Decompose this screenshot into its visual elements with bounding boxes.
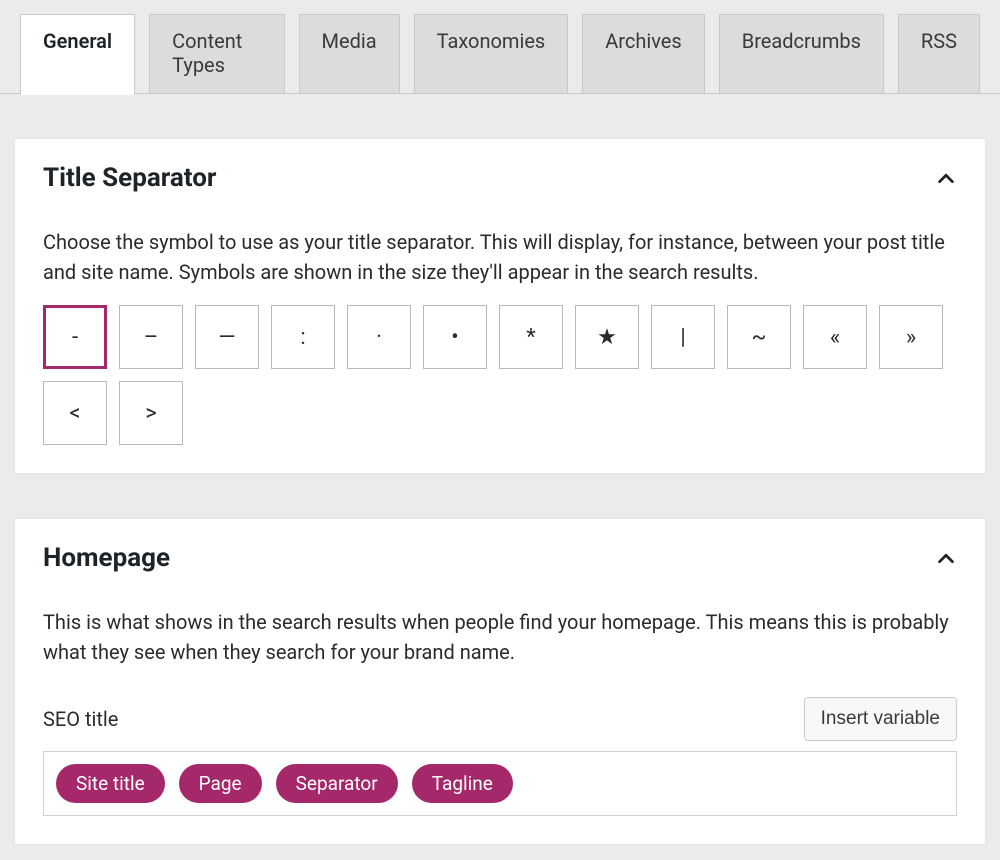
separator-option-11[interactable]: » — [879, 305, 943, 369]
insert-variable-button[interactable]: Insert variable — [804, 697, 957, 741]
panel-title: Title Separator — [43, 163, 216, 193]
separator-option-10[interactable]: « — [803, 305, 867, 369]
content-wrap: Title Separator Choose the symbol to use… — [0, 138, 1000, 845]
separator-option-5[interactable]: • — [423, 305, 487, 369]
tab-general[interactable]: General — [20, 14, 135, 95]
panel-description: This is what shows in the search results… — [43, 607, 957, 667]
separator-options: - – — : · • * ★ | ~ « » < > — [43, 305, 957, 445]
separator-option-1[interactable]: – — [119, 305, 183, 369]
seo-title-input[interactable]: Site title Page Separator Tagline — [43, 751, 957, 816]
separator-option-8[interactable]: | — [651, 305, 715, 369]
seo-title-row: SEO title Insert variable — [43, 697, 957, 741]
panel-title: Homepage — [43, 543, 170, 573]
separator-option-4[interactable]: · — [347, 305, 411, 369]
tab-archives[interactable]: Archives — [582, 14, 704, 93]
tab-taxonomies[interactable]: Taxonomies — [414, 14, 569, 93]
panel-header-homepage[interactable]: Homepage — [43, 543, 957, 573]
variable-pill-separator[interactable]: Separator — [276, 764, 398, 803]
seo-title-label: SEO title — [43, 707, 118, 731]
separator-option-13[interactable]: > — [119, 381, 183, 445]
panel-header-title-separator[interactable]: Title Separator — [43, 163, 957, 193]
separator-option-12[interactable]: < — [43, 381, 107, 445]
panel-title-separator: Title Separator Choose the symbol to use… — [14, 138, 986, 474]
variable-pill-tagline[interactable]: Tagline — [412, 764, 513, 803]
separator-option-9[interactable]: ~ — [727, 305, 791, 369]
separator-option-6[interactable]: * — [499, 305, 563, 369]
chevron-up-icon — [935, 547, 957, 569]
panel-description: Choose the symbol to use as your title s… — [43, 227, 957, 287]
tab-media[interactable]: Media — [299, 14, 400, 93]
variable-pill-page[interactable]: Page — [179, 764, 262, 803]
separator-option-3[interactable]: : — [271, 305, 335, 369]
settings-tabs: General Content Types Media Taxonomies A… — [0, 0, 1000, 94]
tab-rss[interactable]: RSS — [898, 14, 980, 93]
separator-option-2[interactable]: — — [195, 305, 259, 369]
separator-option-0[interactable]: - — [43, 305, 107, 369]
separator-option-7[interactable]: ★ — [575, 305, 639, 369]
panel-homepage: Homepage This is what shows in the searc… — [14, 518, 986, 845]
chevron-up-icon — [935, 167, 957, 189]
tab-content-types[interactable]: Content Types — [149, 14, 284, 93]
variable-pill-site-title[interactable]: Site title — [56, 764, 165, 803]
tab-breadcrumbs[interactable]: Breadcrumbs — [719, 14, 884, 93]
